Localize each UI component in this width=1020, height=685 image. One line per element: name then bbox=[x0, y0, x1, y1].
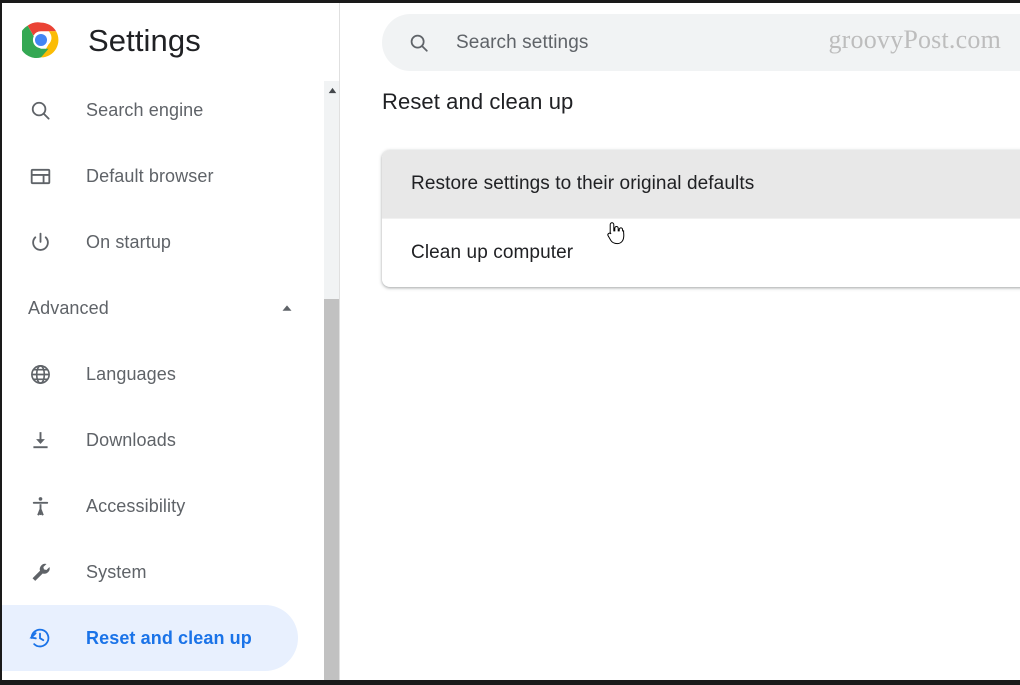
sidebar-item-label: Downloads bbox=[86, 429, 176, 450]
sidebar-item-label: Default browser bbox=[86, 165, 214, 186]
settings-window: Settings Search engine Default browser O… bbox=[0, 0, 1020, 685]
chrome-logo-icon bbox=[19, 21, 60, 59]
row-clean-up-computer[interactable]: Clean up computer bbox=[382, 218, 1020, 286]
history-restore-icon bbox=[28, 626, 52, 650]
globe-icon bbox=[28, 362, 52, 386]
reset-options-card: Restore settings to their original defau… bbox=[382, 150, 1020, 287]
site-watermark: groovyPost.com bbox=[828, 25, 1001, 54]
sidebar-item-label: Languages bbox=[86, 363, 176, 384]
sidebar: Settings Search engine Default browser O… bbox=[2, 3, 340, 680]
power-icon bbox=[28, 230, 52, 254]
sidebar-item-search-engine[interactable]: Search engine bbox=[2, 77, 324, 143]
sidebar-item-label: Accessibility bbox=[86, 495, 186, 516]
sidebar-item-label: System bbox=[86, 561, 147, 582]
sidebar-section-advanced[interactable]: Advanced bbox=[2, 275, 324, 341]
sidebar-nav: Search engine Default browser On startup… bbox=[2, 77, 324, 680]
row-restore-settings[interactable]: Restore settings to their original defau… bbox=[382, 150, 1020, 218]
sidebar-item-accessibility[interactable]: Accessibility bbox=[2, 473, 324, 539]
row-label: Restore settings to their original defau… bbox=[411, 173, 755, 194]
download-icon bbox=[28, 428, 52, 452]
section-heading: Reset and clean up bbox=[382, 89, 574, 114]
content-area: Reset and clean up Restore settings to t… bbox=[341, 78, 1020, 680]
row-label: Clean up computer bbox=[411, 241, 574, 263]
window-bottom-edge bbox=[0, 680, 1020, 685]
page-title: Settings bbox=[88, 22, 201, 58]
browser-window-icon bbox=[28, 164, 52, 188]
sidebar-scrollbar-thumb[interactable] bbox=[324, 299, 339, 680]
sidebar-item-downloads[interactable]: Downloads bbox=[2, 407, 324, 473]
sidebar-item-label: Search engine bbox=[86, 99, 204, 120]
sidebar-item-reset-and-clean-up[interactable]: Reset and clean up bbox=[2, 605, 298, 671]
search-icon bbox=[28, 98, 52, 122]
scroll-up-arrow-icon[interactable] bbox=[324, 81, 339, 99]
sidebar-item-label: Reset and clean up bbox=[86, 627, 252, 648]
search-icon bbox=[408, 32, 430, 54]
main-panel: Search settings groovyPost.com Reset and… bbox=[341, 3, 1020, 680]
sidebar-item-default-browser[interactable]: Default browser bbox=[2, 143, 324, 209]
sidebar-item-languages[interactable]: Languages bbox=[2, 341, 324, 407]
sidebar-brand: Settings bbox=[2, 3, 339, 77]
accessibility-icon bbox=[28, 494, 52, 518]
wrench-icon bbox=[28, 560, 52, 584]
search-placeholder: Search settings bbox=[456, 31, 589, 53]
chevron-up-icon bbox=[278, 299, 296, 317]
sidebar-item-system[interactable]: System bbox=[2, 539, 324, 605]
top-bar: Search settings groovyPost.com bbox=[341, 3, 1020, 78]
sidebar-scrollbar[interactable] bbox=[324, 81, 339, 680]
sidebar-item-label: On startup bbox=[86, 231, 172, 252]
sidebar-item-on-startup[interactable]: On startup bbox=[2, 209, 324, 275]
sidebar-section-label: Advanced bbox=[28, 297, 109, 318]
